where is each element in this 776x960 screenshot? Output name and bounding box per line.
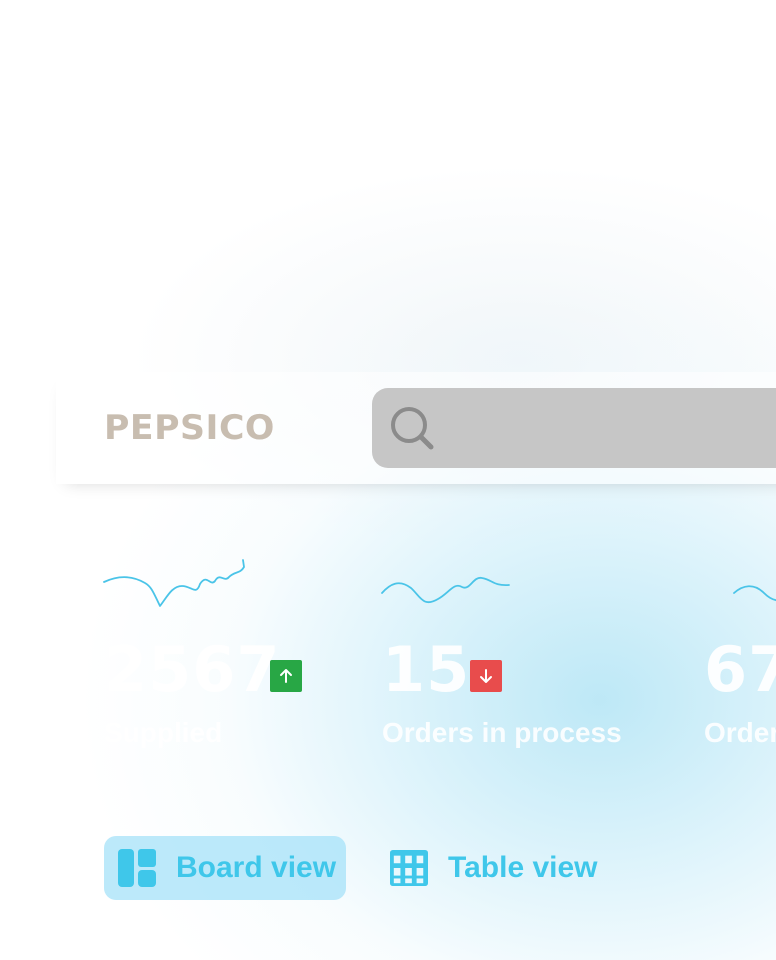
arrow-up-icon (280, 669, 292, 683)
pepsico-logo: PEPSICO (104, 408, 275, 448)
orders-in-process-value: 15 (382, 633, 471, 706)
trend-up-badge (270, 660, 302, 692)
orders-sparkline-icon (733, 585, 776, 602)
search-input[interactable] (450, 402, 776, 454)
trend-down-badge (470, 660, 502, 692)
board-view-label: Board view (176, 851, 337, 884)
supplied-value: 2567 (104, 633, 281, 706)
table-view-button[interactable]: Table view (376, 836, 616, 900)
orders-in-process-sparkline-icon (381, 577, 510, 604)
table-view-icon (390, 849, 428, 887)
supplied-label: Supplied (104, 717, 223, 748)
supplied-sparkline-icon (103, 559, 245, 607)
board-view-button[interactable]: Board view (104, 836, 346, 900)
dashboard-page: PEPSICO 2567 Supplied 15 Orders in proce… (0, 0, 776, 960)
orders-label: Order (704, 717, 776, 748)
search-icon[interactable] (388, 404, 436, 452)
orders-in-process-label: Orders in process (382, 717, 622, 748)
arrow-down-icon (480, 669, 492, 683)
table-view-label: Table view (448, 851, 598, 884)
orders-value: 67 (704, 633, 776, 706)
board-view-icon (118, 849, 156, 887)
